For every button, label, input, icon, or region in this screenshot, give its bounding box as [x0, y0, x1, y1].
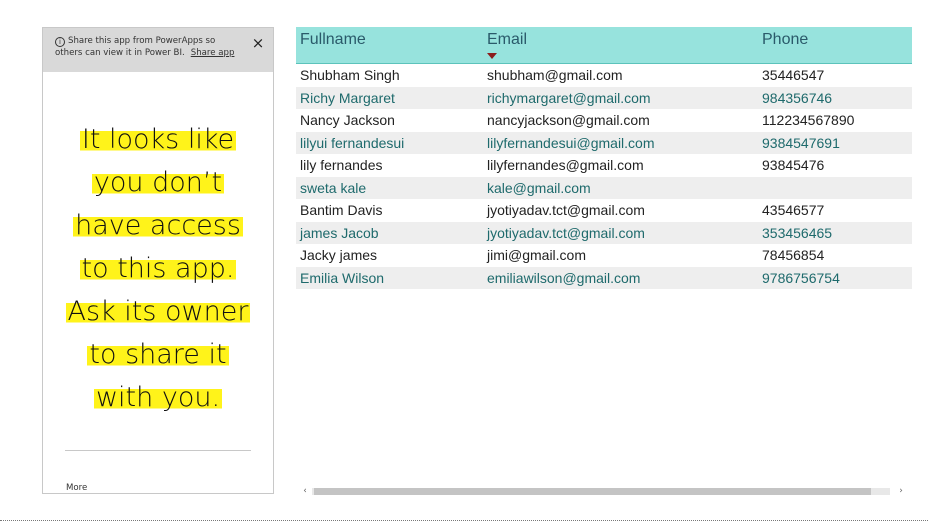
report-bottom-border [0, 520, 928, 521]
scroll-left-icon[interactable]: ‹ [300, 485, 310, 496]
cell-email: kale@gmail.com [487, 179, 591, 196]
share-banner: i Share this app from PowerApps so other… [43, 28, 273, 72]
message-line: with you. [43, 376, 273, 419]
cell-email: jimi@gmail.com [487, 247, 586, 263]
powerapps-panel: i Share this app from PowerApps so other… [42, 27, 274, 494]
column-header-email[interactable]: Email [487, 31, 527, 49]
highlighted-text: with you. [93, 382, 223, 413]
highlighted-text: you don’t [91, 167, 225, 198]
cell-email: lilyfernandes@gmail.com [487, 157, 644, 173]
table-row[interactable]: Nancy Jackson nancyjackson@gmail.com 112… [296, 109, 912, 132]
cell-fullname: sweta kale [300, 179, 367, 196]
column-header-phone[interactable]: Phone [762, 31, 808, 49]
table-row[interactable]: Richy Margaret richymargaret@gmail.com 9… [296, 86, 912, 109]
scroll-right-icon[interactable]: › [896, 485, 906, 496]
cell-fullname: Bantim Davis [300, 202, 383, 218]
message-line: Ask its owner [43, 290, 273, 333]
cell-email: lilyfernandesui@gmail.com [487, 134, 655, 151]
cell-phone: 43546577 [762, 202, 825, 218]
cell-fullname: Shubham Singh [300, 67, 400, 83]
scrollbar-thumb[interactable] [314, 488, 871, 495]
cell-phone: 353456465 [762, 224, 833, 241]
table-row[interactable]: Emilia Wilson emiliawilson@gmail.com 978… [296, 266, 912, 289]
cell-phone: 9384547691 [762, 134, 840, 151]
message-line: to this app. [43, 247, 273, 290]
message-line: you don’t [43, 161, 273, 204]
cell-email: jyotiyadav.tct@gmail.com [487, 224, 645, 241]
table-row[interactable]: james Jacob jyotiyadav.tct@gmail.com 353… [296, 221, 912, 244]
table-row[interactable]: Jacky james jimi@gmail.com 78456854 [296, 244, 912, 267]
cell-email: jyotiyadav.tct@gmail.com [487, 202, 645, 218]
column-header-fullname[interactable]: Fullname [300, 31, 366, 49]
message-line: It looks like [43, 118, 273, 161]
divider [65, 450, 251, 451]
table-row[interactable]: Bantim Davis jyotiyadav.tct@gmail.com 43… [296, 199, 912, 222]
share-banner-text: Share this app from PowerApps so others … [55, 35, 245, 59]
close-icon[interactable]: × [251, 36, 265, 51]
highlighted-text: It looks like [79, 124, 237, 155]
cell-email: richymargaret@gmail.com [487, 89, 651, 106]
cell-phone: 984356746 [762, 89, 833, 106]
no-access-message: It looks like you don’t have access to t… [43, 118, 273, 419]
cell-fullname: james Jacob [300, 224, 379, 241]
highlighted-text: have access [73, 210, 243, 241]
table-row[interactable]: lilyui fernandesui lilyfernandesui@gmail… [296, 131, 912, 154]
cell-fullname: Jacky james [300, 247, 378, 263]
cell-email: emiliawilson@gmail.com [487, 269, 641, 286]
highlighted-text: Ask its owner [65, 296, 251, 327]
highlighted-text: to this app. [79, 253, 237, 284]
share-app-link[interactable]: Share app [191, 48, 235, 58]
table-row[interactable]: sweta kale kale@gmail.com [296, 176, 912, 199]
sort-descending-icon[interactable] [487, 53, 497, 59]
cell-fullname: Richy Margaret [300, 89, 395, 106]
message-line: to share it [43, 333, 273, 376]
data-table: Fullname Email Phone Shubham Singh shubh… [296, 27, 912, 497]
table-row[interactable]: Shubham Singh shubham@gmail.com 35446547 [296, 64, 912, 87]
cell-phone: 35446547 [762, 67, 825, 83]
cell-phone: 93845476 [762, 157, 825, 173]
cell-phone: 78456854 [762, 247, 825, 263]
cell-fullname: Emilia Wilson [300, 269, 385, 286]
cell-fullname: Nancy Jackson [300, 112, 395, 128]
cell-email: shubham@gmail.com [487, 67, 623, 83]
horizontal-scrollbar[interactable]: ‹ › [296, 485, 912, 497]
cell-fullname: lilyui fernandesui [300, 134, 405, 151]
message-line: have access [43, 204, 273, 247]
cell-fullname: lily fernandes [300, 157, 383, 173]
cell-phone: 112234567890 [762, 112, 855, 128]
table-row[interactable]: lily fernandes lilyfernandes@gmail.com 9… [296, 154, 912, 177]
cell-phone: 9786756754 [762, 269, 840, 286]
table-header: Fullname Email Phone [296, 27, 912, 64]
cell-email: nancyjackson@gmail.com [487, 112, 650, 128]
table-body: Shubham Singh shubham@gmail.com 35446547… [296, 64, 912, 289]
more-link[interactable]: More [66, 483, 87, 493]
highlighted-text: to share it [87, 339, 229, 370]
